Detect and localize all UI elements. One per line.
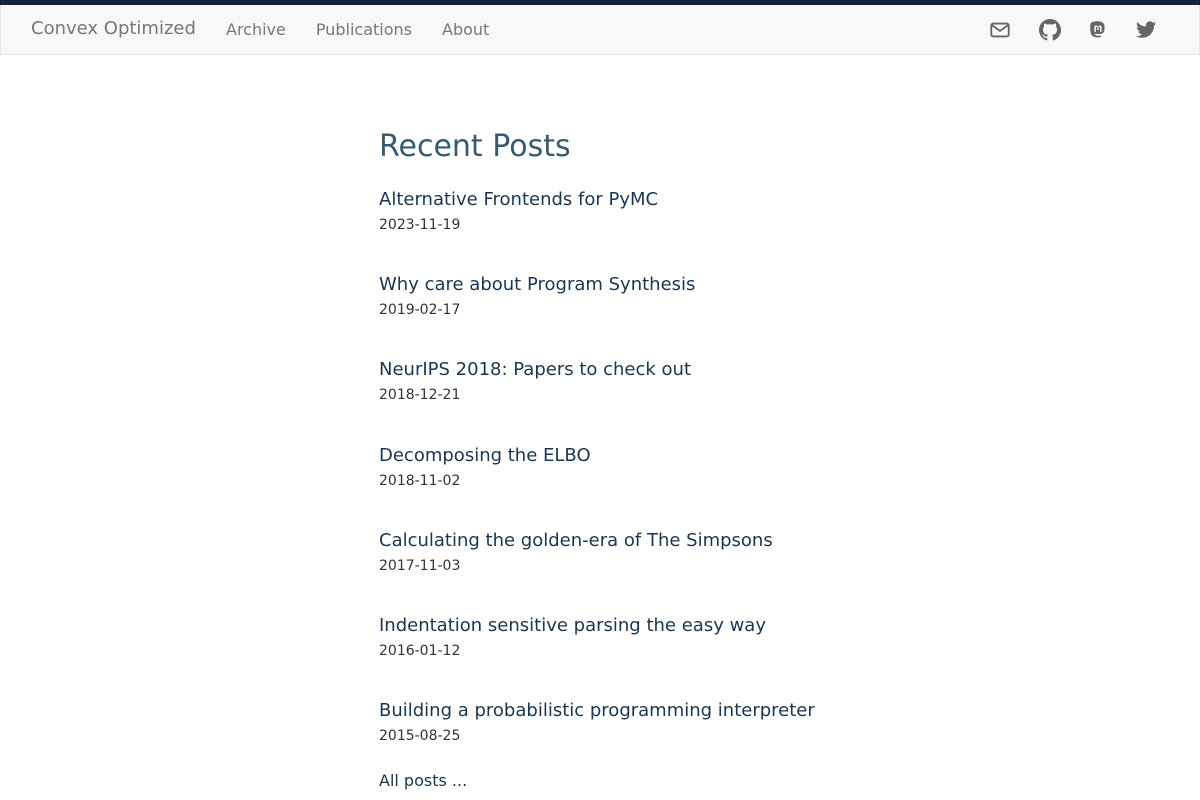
list-item: Alternative Frontends for PyMC 2023-11-1…: [379, 188, 879, 273]
twitter-icon[interactable]: [1134, 18, 1158, 42]
post-title-link[interactable]: Indentation sensitive parsing the easy w…: [379, 614, 879, 638]
post-title-link[interactable]: Alternative Frontends for PyMC: [379, 188, 879, 212]
post-date: 2018-11-02: [379, 472, 461, 489]
all-posts-link[interactable]: All posts ...: [379, 771, 467, 790]
mail-icon[interactable]: [988, 18, 1012, 42]
post-title-link[interactable]: NeurIPS 2018: Papers to check out: [379, 358, 879, 382]
post-title-link[interactable]: Building a probabilistic programming int…: [379, 699, 879, 723]
list-item: Indentation sensitive parsing the easy w…: [379, 614, 879, 699]
post-date: 2015-08-25: [379, 728, 461, 745]
social-icons: [1, 5, 1199, 55]
post-date: 2016-01-12: [379, 642, 461, 659]
recent-posts-section: Recent Posts Alternative Frontends for P…: [379, 128, 879, 784]
page-title: Recent Posts: [379, 129, 571, 164]
post-date: 2017-11-03: [379, 557, 461, 574]
post-date: 2018-12-21: [379, 387, 461, 404]
list-item: Calculating the golden-era of The Simpso…: [379, 529, 879, 614]
navbar: Convex Optimized Archive Publications Ab…: [0, 5, 1200, 55]
post-list: Alternative Frontends for PyMC 2023-11-1…: [379, 188, 879, 784]
list-item: NeurIPS 2018: Papers to check out 2018-1…: [379, 358, 879, 443]
list-item: Decomposing the ELBO 2018-11-02: [379, 444, 879, 529]
list-item: Why care about Program Synthesis 2019-02…: [379, 273, 879, 358]
github-icon[interactable]: [1038, 18, 1062, 42]
post-date: 2023-11-19: [379, 217, 461, 233]
mastodon-icon[interactable]: [1086, 18, 1110, 42]
post-title-link[interactable]: Decomposing the ELBO: [379, 444, 879, 468]
post-title-link[interactable]: Calculating the golden-era of The Simpso…: [379, 529, 879, 553]
post-title-link[interactable]: Why care about Program Synthesis: [379, 273, 879, 297]
post-date: 2019-02-17: [379, 302, 461, 319]
